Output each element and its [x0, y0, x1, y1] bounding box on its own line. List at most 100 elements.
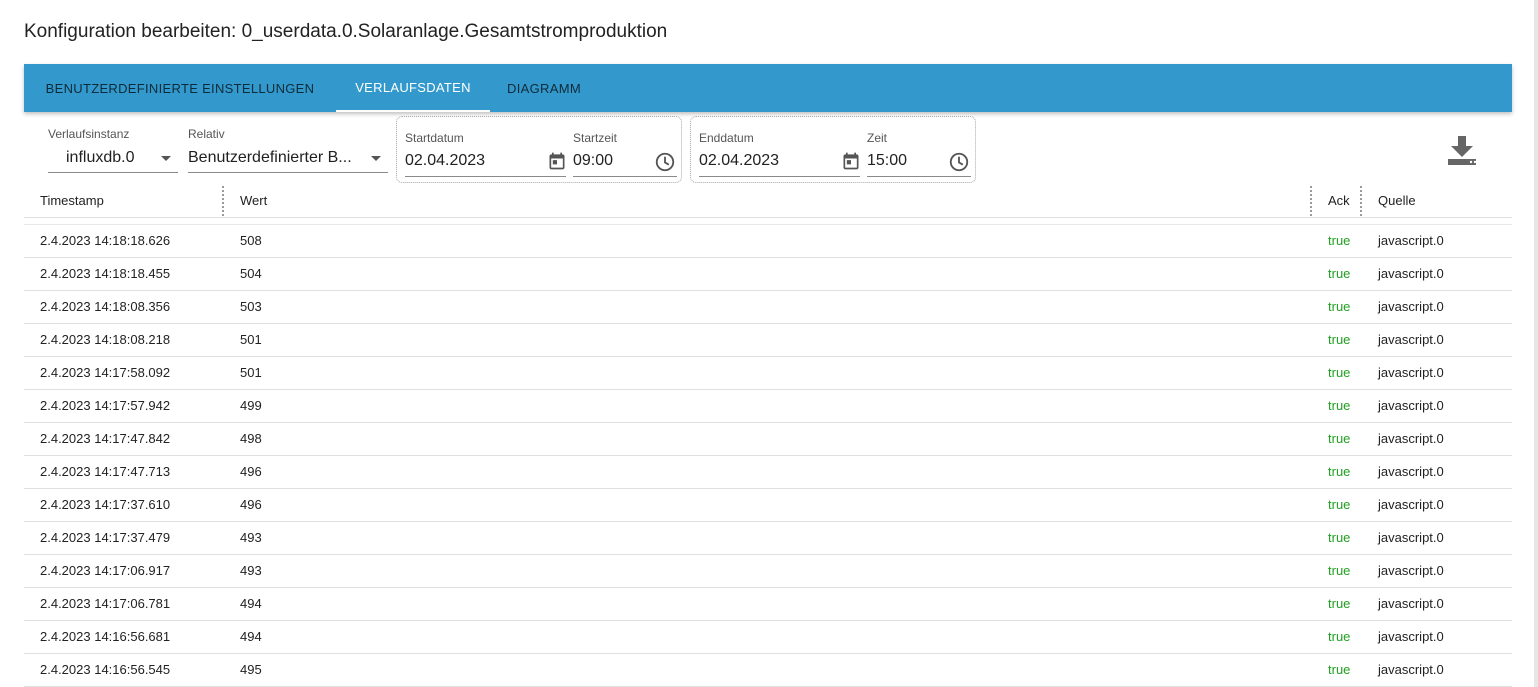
end-range-group	[690, 116, 976, 183]
calendar-icon[interactable]	[841, 151, 861, 171]
column-header-ack[interactable]: Ack	[1328, 184, 1350, 218]
cell-timestamp: 2.4.2023 14:17:06.917	[40, 563, 171, 578]
end-time-underline	[867, 176, 971, 177]
table-row[interactable]: 2.4.2023 14:18:18.455 504 true javascrip…	[24, 258, 1512, 291]
end-time-value: 15:00	[867, 152, 908, 169]
table-row[interactable]: 2.4.2023 14:17:06.781 494 true javascrip…	[24, 588, 1512, 621]
column-header-value[interactable]: Wert	[240, 184, 267, 218]
calendar-icon[interactable]	[547, 151, 567, 171]
end-date-label: Enddatum	[699, 131, 754, 145]
cell-source: javascript.0	[1378, 563, 1444, 578]
table-row[interactable]: 2.4.2023 14:18:18.626 508 true javascrip…	[24, 225, 1512, 258]
cell-value: 494	[240, 596, 262, 611]
tab-history-data[interactable]: VERLAUFSDATEN	[336, 64, 490, 112]
cell-ack: true	[1328, 233, 1351, 248]
cell-source: javascript.0	[1378, 398, 1444, 413]
table-row[interactable]: 2.4.2023 14:16:56.681 494 true javascrip…	[24, 621, 1512, 654]
chevron-down-icon	[371, 156, 381, 161]
cell-ack: true	[1328, 431, 1351, 446]
relative-value: Benutzerdefinierter B...	[188, 149, 352, 166]
cell-ack: true	[1328, 464, 1351, 479]
cell-value: 498	[240, 431, 262, 446]
cell-ack: true	[1328, 299, 1351, 314]
cell-ack: true	[1328, 266, 1351, 281]
start-date-underline	[405, 176, 566, 177]
column-header-source[interactable]: Quelle	[1378, 184, 1416, 218]
cell-timestamp: 2.4.2023 14:17:06.781	[40, 596, 171, 611]
cell-ack: true	[1328, 662, 1351, 677]
instance-value: influxdb.0	[66, 149, 135, 166]
cell-timestamp: 2.4.2023 14:18:18.626	[40, 233, 171, 248]
cell-value: 496	[240, 497, 262, 512]
table-row[interactable]: 2.4.2023 14:17:37.479 493 true javascrip…	[24, 522, 1512, 555]
cell-timestamp: 2.4.2023 14:17:47.842	[40, 431, 171, 446]
cell-source: javascript.0	[1378, 431, 1444, 446]
clock-icon[interactable]	[654, 151, 676, 173]
cell-source: javascript.0	[1378, 497, 1444, 512]
cell-timestamp: 2.4.2023 14:16:56.545	[40, 662, 171, 677]
cell-value: 495	[240, 662, 262, 677]
cell-value: 501	[240, 332, 262, 347]
cell-timestamp: 2.4.2023 14:17:58.092	[40, 365, 171, 380]
cell-ack: true	[1328, 596, 1351, 611]
download-icon[interactable]	[1444, 133, 1480, 169]
relative-underline	[188, 172, 388, 173]
table-row[interactable]: 2.4.2023 14:17:06.917 493 true javascrip…	[24, 555, 1512, 588]
instance-underline	[48, 172, 178, 173]
column-header-timestamp[interactable]: Timestamp	[40, 184, 104, 218]
column-resize-handle[interactable]	[1360, 186, 1362, 216]
cell-timestamp: 2.4.2023 14:17:37.610	[40, 497, 171, 512]
instance-label: Verlaufsinstanz	[48, 127, 130, 141]
table-body: 2.4.2023 14:18:18.626 508 true javascrip…	[24, 225, 1512, 687]
table-row[interactable]: 2.4.2023 14:17:47.842 498 true javascrip…	[24, 423, 1512, 456]
cell-ack: true	[1328, 629, 1351, 644]
table-row[interactable]: 2.4.2023 14:17:57.942 499 true javascrip…	[24, 390, 1512, 423]
tab-custom-settings[interactable]: BENUTZERDEFINIERTE EINSTELLUNGEN	[24, 64, 336, 112]
start-date-label: Startdatum	[405, 131, 464, 145]
cell-value: 503	[240, 299, 262, 314]
cell-source: javascript.0	[1378, 662, 1444, 677]
start-range-group	[396, 116, 682, 183]
cell-source: javascript.0	[1378, 629, 1444, 644]
start-date-value: 02.04.2023	[405, 152, 486, 169]
chevron-down-icon	[161, 156, 171, 161]
cell-timestamp: 2.4.2023 14:16:56.681	[40, 629, 171, 644]
cell-source: javascript.0	[1378, 530, 1444, 545]
cell-value: 493	[240, 530, 262, 545]
end-date-underline	[699, 176, 860, 177]
cell-source: javascript.0	[1378, 332, 1444, 347]
cell-ack: true	[1328, 497, 1351, 512]
table-row[interactable]: 2.4.2023 14:18:08.356 503 true javascrip…	[24, 291, 1512, 324]
table-row[interactable]: 2.4.2023 14:17:58.092 501 true javascrip…	[24, 357, 1512, 390]
cell-value: 508	[240, 233, 262, 248]
tab-chart[interactable]: DIAGRAMM	[490, 64, 598, 112]
cell-timestamp: 2.4.2023 14:18:08.356	[40, 299, 171, 314]
column-resize-handle[interactable]	[222, 186, 224, 216]
cell-timestamp: 2.4.2023 14:17:57.942	[40, 398, 171, 413]
cell-timestamp: 2.4.2023 14:17:47.713	[40, 464, 171, 479]
tab-bar: BENUTZERDEFINIERTE EINSTELLUNGEN VERLAUF…	[24, 64, 1512, 112]
cell-timestamp: 2.4.2023 14:17:37.479	[40, 530, 171, 545]
cell-value: 504	[240, 266, 262, 281]
cell-source: javascript.0	[1378, 365, 1444, 380]
cell-value: 493	[240, 563, 262, 578]
cell-ack: true	[1328, 365, 1351, 380]
table-row[interactable]: 2.4.2023 14:18:08.218 501 true javascrip…	[24, 324, 1512, 357]
start-time-underline	[573, 176, 677, 177]
table-row[interactable]: 2.4.2023 14:17:37.610 496 true javascrip…	[24, 489, 1512, 522]
clock-icon[interactable]	[948, 151, 970, 173]
cell-value: 501	[240, 365, 262, 380]
cell-source: javascript.0	[1378, 299, 1444, 314]
cell-ack: true	[1328, 332, 1351, 347]
column-resize-handle[interactable]	[1310, 186, 1312, 216]
start-time-value: 09:00	[573, 152, 614, 169]
cell-ack: true	[1328, 530, 1351, 545]
cell-source: javascript.0	[1378, 233, 1444, 248]
cell-value: 499	[240, 398, 262, 413]
cell-value: 496	[240, 464, 262, 479]
table-row[interactable]: 2.4.2023 14:16:56.545 495 true javascrip…	[24, 654, 1512, 687]
end-date-value: 02.04.2023	[699, 152, 780, 169]
cell-source: javascript.0	[1378, 464, 1444, 479]
table-row[interactable]: 2.4.2023 14:17:47.713 496 true javascrip…	[24, 456, 1512, 489]
cell-timestamp: 2.4.2023 14:18:08.218	[40, 332, 171, 347]
